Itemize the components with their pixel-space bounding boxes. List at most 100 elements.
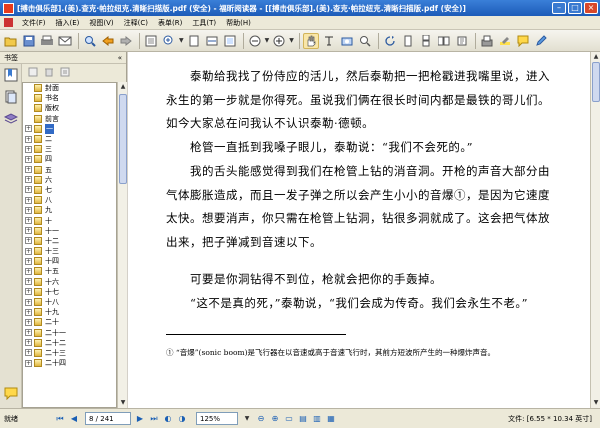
pages-tab-icon[interactable] bbox=[3, 90, 19, 104]
bookmark-item[interactable]: + 九 bbox=[25, 205, 116, 215]
document-viewport[interactable]: 泰勒给我找了份侍应的活儿，然后泰勒把一把枪戳进我嘴里说，进入永生的第一步就是你得… bbox=[128, 52, 590, 408]
facing-page-icon[interactable] bbox=[436, 33, 452, 49]
rotate-icon[interactable] bbox=[382, 33, 398, 49]
expand-toggle-icon[interactable]: + bbox=[25, 166, 32, 174]
bookmark-item[interactable]: + 十二 bbox=[25, 236, 116, 246]
expand-toggle-icon[interactable]: + bbox=[25, 278, 32, 286]
text-viewer-icon[interactable] bbox=[454, 33, 470, 49]
expand-toggle-icon[interactable]: + bbox=[25, 176, 32, 184]
expand-toggle-icon[interactable]: + bbox=[25, 237, 32, 245]
comments-tab-icon[interactable] bbox=[3, 386, 19, 400]
bookmark-item[interactable]: + 七 bbox=[25, 185, 116, 195]
expand-toggle-icon[interactable]: + bbox=[25, 206, 32, 214]
highlight-icon[interactable] bbox=[497, 33, 513, 49]
bookmark-item[interactable]: + 二十二 bbox=[25, 338, 116, 348]
menu-file[interactable]: 文件(F) bbox=[17, 18, 51, 28]
expand-toggle-icon[interactable]: + bbox=[25, 145, 32, 153]
scroll-up-arrow-icon[interactable]: ▲ bbox=[118, 82, 128, 92]
minimize-button[interactable]: – bbox=[552, 2, 566, 14]
bookmark-item[interactable]: + 一 bbox=[25, 123, 116, 134]
bookmark-item[interactable]: + 十五 bbox=[25, 266, 116, 276]
expand-toggle-icon[interactable]: + bbox=[25, 247, 32, 255]
bookmark-item[interactable]: + 十六 bbox=[25, 277, 116, 287]
hand-tool-icon[interactable] bbox=[302, 32, 319, 49]
first-page-icon[interactable]: ⏮ bbox=[54, 413, 66, 425]
expand-toggle-icon[interactable] bbox=[25, 95, 32, 102]
expand-toggle-icon[interactable]: + bbox=[25, 186, 32, 194]
previous-view-icon[interactable]: ◐ bbox=[162, 413, 174, 425]
close-button[interactable]: × bbox=[584, 2, 598, 14]
typewriter-icon[interactable] bbox=[479, 33, 495, 49]
bookmark-item[interactable]: + 五 bbox=[25, 165, 116, 175]
expand-toggle-icon[interactable] bbox=[25, 115, 32, 122]
print-icon[interactable] bbox=[39, 33, 55, 49]
fit-page-icon[interactable] bbox=[186, 33, 202, 49]
scroll-down-arrow-icon[interactable]: ▼ bbox=[118, 398, 128, 408]
forward-arrow-icon[interactable] bbox=[118, 33, 134, 49]
bookmarks-tab-icon[interactable] bbox=[3, 68, 19, 82]
expand-toggle-icon[interactable]: + bbox=[25, 298, 32, 306]
single-page-icon[interactable] bbox=[400, 33, 416, 49]
zoom-dropdown-icon[interactable]: ▼ bbox=[179, 37, 184, 44]
bookmark-item[interactable]: + 十八 bbox=[25, 297, 116, 307]
menu-tools[interactable]: 工具(T) bbox=[187, 18, 221, 28]
document-icon[interactable] bbox=[4, 18, 13, 27]
bookmark-item[interactable]: 前言 bbox=[25, 114, 116, 124]
doc-scroll-down-arrow-icon[interactable]: ▼ bbox=[591, 398, 600, 408]
zoom-out-dropdown-icon[interactable]: ▼ bbox=[265, 37, 270, 44]
status-zoom-out-icon[interactable]: ⊖ bbox=[255, 413, 267, 425]
bookmark-item[interactable]: + 六 bbox=[25, 175, 116, 185]
expand-toggle-icon[interactable]: + bbox=[25, 359, 32, 367]
bookmark-item[interactable]: 版权 bbox=[25, 103, 116, 113]
menu-view[interactable]: 视图(V) bbox=[84, 18, 118, 28]
expand-bookmark-icon[interactable] bbox=[28, 67, 38, 79]
zoom-select-dropdown-icon[interactable]: ▼ bbox=[241, 413, 253, 425]
expand-toggle-icon[interactable]: + bbox=[25, 155, 32, 163]
view-mode-grid-icon[interactable]: ▦ bbox=[325, 413, 337, 425]
bookmark-scrollbar[interactable]: ▲ ▼ bbox=[117, 82, 127, 408]
expand-toggle-icon[interactable] bbox=[25, 85, 32, 92]
collapse-panel-icon[interactable]: « bbox=[118, 54, 122, 62]
maximize-button[interactable]: □ bbox=[568, 2, 582, 14]
last-page-icon[interactable]: ⏭ bbox=[148, 413, 160, 425]
zoom-in-icon[interactable] bbox=[161, 33, 177, 49]
doc-scroll-up-arrow-icon[interactable]: ▲ bbox=[591, 52, 600, 62]
layers-tab-icon[interactable] bbox=[3, 112, 19, 126]
expand-toggle-icon[interactable]: + bbox=[25, 308, 32, 316]
next-page-icon[interactable]: ▶ bbox=[134, 413, 146, 425]
zoom-level-input[interactable]: 125% bbox=[196, 412, 238, 425]
expand-toggle-icon[interactable]: + bbox=[25, 227, 32, 235]
bookmark-item[interactable]: + 十一 bbox=[25, 226, 116, 236]
delete-bookmark-icon[interactable] bbox=[44, 67, 54, 79]
pencil-icon[interactable] bbox=[533, 33, 549, 49]
view-mode-facing-icon[interactable]: ▥ bbox=[311, 413, 323, 425]
bookmark-item[interactable]: 封面 bbox=[25, 83, 116, 93]
expand-toggle-icon[interactable]: + bbox=[25, 349, 32, 357]
bookmark-item[interactable]: + 十四 bbox=[25, 256, 116, 266]
expand-toggle-icon[interactable]: + bbox=[25, 135, 32, 143]
bookmark-item[interactable]: + 十七 bbox=[25, 287, 116, 297]
expand-toggle-icon[interactable]: + bbox=[25, 267, 32, 275]
open-folder-icon[interactable] bbox=[3, 33, 19, 49]
bookmark-item[interactable]: + 二十一 bbox=[25, 328, 116, 338]
expand-toggle-icon[interactable]: + bbox=[25, 125, 32, 133]
page-layout-icon[interactable] bbox=[143, 33, 159, 49]
fit-width-icon[interactable] bbox=[204, 33, 220, 49]
bookmark-item[interactable]: + 十三 bbox=[25, 246, 116, 256]
zoom-out-icon[interactable] bbox=[247, 33, 263, 49]
expand-toggle-icon[interactable]: + bbox=[25, 257, 32, 265]
bookmark-item[interactable]: + 十九 bbox=[25, 307, 116, 317]
view-mode-continuous-icon[interactable]: ▤ bbox=[297, 413, 309, 425]
snapshot-icon[interactable] bbox=[339, 33, 355, 49]
document-scrollbar[interactable]: ▲ ▼ bbox=[590, 52, 600, 408]
bookmark-options-icon[interactable] bbox=[60, 67, 70, 79]
bookmark-item[interactable]: + 四 bbox=[25, 154, 116, 164]
actual-size-icon[interactable] bbox=[222, 33, 238, 49]
zoom-plus-dropdown-icon[interactable]: ▼ bbox=[289, 37, 294, 44]
back-arrow-icon[interactable] bbox=[100, 33, 116, 49]
page-number-input[interactable]: 8 / 241 bbox=[85, 412, 131, 425]
expand-toggle-icon[interactable]: + bbox=[25, 288, 32, 296]
expand-toggle-icon[interactable]: + bbox=[25, 329, 32, 337]
view-mode-single-icon[interactable]: ▭ bbox=[283, 413, 295, 425]
find-icon[interactable] bbox=[82, 33, 98, 49]
